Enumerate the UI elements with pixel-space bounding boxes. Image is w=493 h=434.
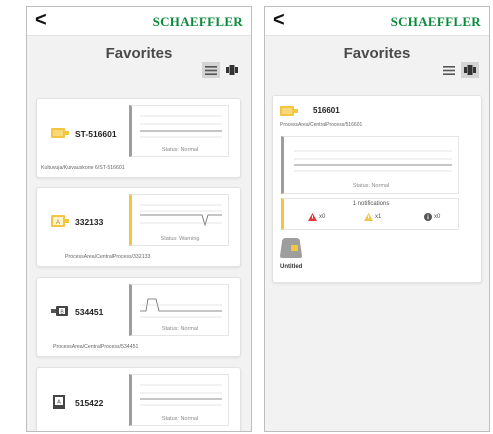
favorites-list-screen: < SCHAEFFLER Favorites ST-516601 Status:… [26, 6, 252, 432]
trend-graph: Status: Normal [281, 136, 459, 194]
status-label: Status: Normal [161, 147, 199, 153]
list-view-icon[interactable] [202, 62, 220, 78]
asset-path: ProcessArea/CentralProcess/534451 [53, 344, 139, 350]
svg-text:A: A [56, 220, 60, 226]
group-folder-icon [280, 238, 302, 258]
trend-graph: Status: Warning [129, 194, 229, 246]
asset-name: 332133 [75, 217, 104, 227]
view-toggle [202, 62, 241, 78]
info-icon [424, 213, 432, 221]
sensor-icon: A [51, 214, 69, 228]
group-label: Untitled [280, 264, 303, 270]
asset-path: ProcessArea/CentralProcess/516601 [280, 122, 363, 128]
view-toggle [440, 62, 479, 78]
status-label: Status: Normal [161, 416, 199, 422]
favorite-card[interactable]: A 515422 Status: Normal [36, 367, 241, 431]
list-view-icon[interactable] [440, 62, 458, 78]
page-title: Favorites [343, 45, 411, 62]
error-count-label: x0 [319, 214, 326, 220]
favorite-card[interactable]: A 332133 Status: Warning ProcessArea/Cen… [36, 187, 241, 267]
brand-logo: SCHAEFFLER [152, 14, 243, 29]
back-button[interactable]: < [35, 9, 47, 32]
asset-path: Kultuvuja/Kuivauskone 6/ST-516601 [41, 165, 125, 171]
status-label: Status: Normal [352, 183, 390, 189]
brand-logo: SCHAEFFLER [390, 14, 481, 29]
asset-name: 516601 [313, 106, 340, 115]
sensor-icon: A [51, 395, 69, 409]
asset-name: ST-516601 [75, 129, 117, 139]
status-label: Status: Warning [160, 236, 200, 242]
top-bar: < SCHAEFFLER [27, 7, 251, 36]
warning-icon [364, 213, 373, 221]
sensor-icon [280, 104, 298, 123]
favorites-device-screen: < SCHAEFFLER Favorites 516601 ProcessAre… [264, 6, 490, 432]
trend-graph: Status: Normal [129, 105, 229, 157]
page-title: Favorites [105, 45, 173, 62]
error-icon [308, 213, 317, 221]
asset-name: 534451 [75, 307, 104, 317]
warning-count: x1 [364, 213, 381, 221]
error-count: x0 [308, 213, 325, 221]
favorite-card[interactable]: ST-516601 Status: Normal Kultuvuja/Kuiva… [36, 98, 241, 178]
favorite-card[interactable]: B 534451 Status: Normal ProcessArea/Cent… [36, 277, 241, 357]
info-count-label: x0 [434, 214, 441, 220]
device-view-icon[interactable] [223, 62, 241, 78]
svg-text:A: A [57, 400, 61, 406]
top-bar: < SCHAEFFLER [265, 7, 489, 36]
device-view-icon[interactable] [461, 62, 479, 78]
back-button[interactable]: < [273, 9, 285, 32]
asset-path: ProcessArea/CentralProcess/332133 [65, 254, 151, 260]
status-label: Status: Normal [161, 326, 199, 332]
notifications-panel[interactable]: 1 notifications x0 x1 x0 [281, 198, 459, 230]
asset-detail-card[interactable]: 516601 ProcessArea/CentralProcess/516601… [272, 95, 482, 283]
trend-graph: Status: Normal [129, 374, 229, 426]
untitled-group[interactable]: Untitled [280, 238, 302, 270]
trend-graph: Status: Normal [129, 284, 229, 336]
motor-icon: B [51, 304, 69, 318]
asset-name: 515422 [75, 398, 104, 408]
warning-count-label: x1 [375, 214, 382, 220]
notifications-title: 1 notifications [352, 201, 390, 207]
sensor-icon [51, 126, 69, 140]
info-count: x0 [424, 213, 440, 221]
